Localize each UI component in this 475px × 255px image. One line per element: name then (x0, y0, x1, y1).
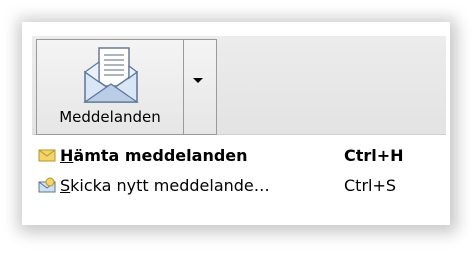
meddelanden-split-button[interactable]: Meddelanden (36, 39, 217, 135)
menu-item-label: Skicka nytt meddelande… (60, 176, 270, 195)
screenshot-stage: Meddelanden Hämta meddelanden Ctrl+H Ski… (0, 0, 475, 255)
menu-item-shortcut: Ctrl+H (344, 146, 404, 165)
menu-item-label: Hämta meddelanden (60, 146, 248, 165)
menu-item-skicka-nytt-meddelande[interactable]: Skicka nytt meddelande… Ctrl+S (32, 171, 446, 201)
send-envelope-icon (38, 177, 56, 193)
meddelanden-button[interactable]: Meddelanden (37, 40, 184, 134)
dropdown-arrow-icon (193, 78, 203, 83)
envelope-icon (38, 149, 56, 162)
meddelanden-dropdown-button[interactable] (184, 40, 216, 134)
mail-document-icon (83, 47, 139, 103)
menu-item-shortcut: Ctrl+S (344, 176, 397, 195)
meddelanden-label: Meddelanden (59, 108, 161, 126)
menu-item-hamta-meddelanden[interactable]: Hämta meddelanden Ctrl+H (32, 141, 446, 171)
dropdown-menu: Hämta meddelanden Ctrl+H Skicka nytt med… (32, 137, 446, 217)
